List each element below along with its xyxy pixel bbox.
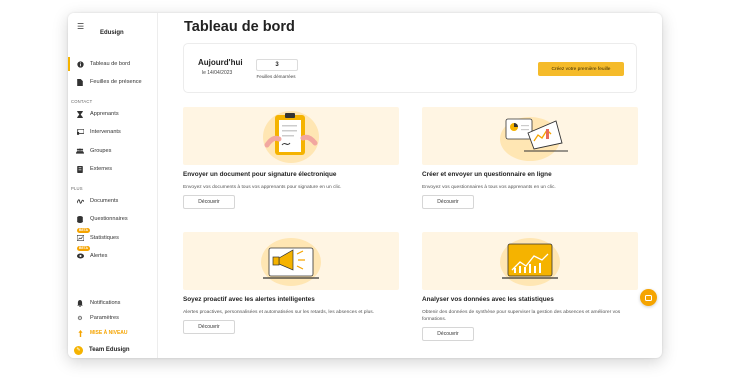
sidebar-item-statistiques[interactable]: Statistiques	[68, 231, 158, 245]
brand-name: Edusign	[100, 30, 124, 36]
section-label-contact: CONTACT	[71, 99, 93, 104]
discover-button[interactable]: Découvrir	[422, 195, 474, 209]
info-icon	[76, 60, 84, 68]
sidebar-item-label: Statistiques	[90, 235, 119, 241]
feature-title: Soyez proactif avec les alertes intellig…	[183, 296, 315, 303]
sidebar-item-label: Feuilles de présence	[90, 79, 142, 85]
sidebar-item-label: Externes	[90, 166, 113, 172]
sidebar-item-intervenants[interactable]: Intervenants	[68, 125, 158, 139]
sidebar-item-groupes[interactable]: Groupes	[68, 144, 158, 158]
signature-icon	[76, 197, 84, 205]
alerts-illustration	[183, 232, 399, 290]
gear-icon: ⚙	[77, 315, 83, 322]
chart-icon	[76, 234, 84, 242]
feature-description: Alertes proactives, personnalisées et au…	[183, 310, 375, 315]
feature-description: Envoyez vos documents à tous vos apprena…	[183, 185, 342, 190]
discover-button[interactable]: Découvrir	[183, 195, 235, 209]
feature-card-alerts: Soyez proactif avec les alertes intellig…	[183, 232, 399, 334]
page-title: Tableau de bord	[184, 19, 295, 35]
today-card: Aujourd'hui le 14/04/2023 3 Feuilles dém…	[183, 43, 637, 93]
eye-icon	[76, 252, 84, 260]
sidebar-item-label: Notifications	[90, 300, 121, 306]
sidebar-item-documents[interactable]: Documents	[68, 194, 158, 208]
sidebar-item-label: Groupes	[90, 148, 112, 154]
upgrade-icon	[76, 329, 84, 337]
feature-card-questionnaire: Créer et envoyer un questionnaire en lig…	[422, 107, 638, 209]
sidebar-item-parametres[interactable]: ⚙ Paramètres	[68, 311, 158, 325]
sidebar-item-externes[interactable]: Externes	[68, 162, 158, 176]
sidebar-item-label: Apprenants	[90, 111, 119, 117]
external-icon	[76, 165, 84, 173]
bell-icon	[76, 299, 84, 307]
sidebar-item-questionnaires[interactable]: Questionnaires	[68, 212, 158, 226]
group-icon	[76, 147, 84, 155]
database-icon	[76, 215, 84, 223]
create-first-sheet-button[interactable]: Créez votre première feuille	[538, 62, 624, 76]
feature-title: Créer et envoyer un questionnaire en lig…	[422, 171, 552, 178]
today-title: Aujourd'hui	[198, 58, 243, 67]
sidebar: ☰ Edusign Tableau de bord Feuilles de pr…	[68, 13, 158, 358]
sidebar-item-upgrade[interactable]: MISE À NIVEAU	[68, 326, 158, 340]
sidebar-item-label: Intervenants	[90, 129, 121, 135]
questionnaire-illustration	[422, 107, 638, 165]
feature-card-statistics: Analyser vos données avec les statistiqu…	[422, 232, 638, 341]
today-date: le 14/04/2023	[202, 70, 233, 76]
team-switcher[interactable]: ✎ Team Edusign	[68, 343, 158, 357]
sidebar-item-label: Paramètres	[90, 315, 119, 321]
menu-icon[interactable]: ☰	[77, 22, 84, 31]
section-label-plus: PLUS	[71, 186, 83, 191]
sidebar-item-alertes[interactable]: Alertes	[68, 249, 158, 263]
hourglass-icon	[76, 110, 84, 118]
feature-title: Envoyer un document pour signature élect…	[183, 171, 337, 178]
sidebar-item-label: Alertes	[90, 253, 108, 259]
chat-icon	[645, 294, 652, 301]
feature-card-signature: Envoyer un document pour signature élect…	[183, 107, 399, 209]
stat-label: Feuilles démarrées	[256, 74, 296, 79]
sidebar-item-apprenants[interactable]: Apprenants	[68, 107, 158, 121]
sidebar-item-attendance[interactable]: Feuilles de présence	[68, 75, 158, 89]
sidebar-item-dashboard[interactable]: Tableau de bord	[68, 57, 158, 71]
document-icon	[76, 78, 84, 86]
sidebar-item-label: Questionnaires	[90, 216, 128, 222]
app-window: ☰ Edusign Tableau de bord Feuilles de pr…	[68, 13, 662, 358]
sidebar-item-label: Tableau de bord	[90, 61, 131, 67]
feature-description: Obtenir des données de synthèse pour sup…	[422, 310, 621, 322]
sidebar-item-notifications[interactable]: Notifications	[68, 296, 158, 310]
discover-button[interactable]: Découvrir	[422, 327, 474, 341]
presenter-icon	[76, 128, 84, 136]
team-name: Team Edusign	[89, 347, 130, 353]
team-avatar-icon: ✎	[74, 345, 83, 355]
feature-description: Envoyez vos questionnaires à tous vos ap…	[422, 185, 556, 190]
statistics-illustration	[422, 232, 638, 290]
sidebar-item-label: Documents	[90, 198, 119, 204]
discover-button[interactable]: Découvrir	[183, 320, 235, 334]
stat-value: 3	[256, 59, 298, 71]
signature-illustration	[183, 107, 399, 165]
main-content: Tableau de bord Aujourd'hui le 14/04/202…	[158, 13, 662, 358]
chat-button[interactable]	[640, 289, 657, 306]
sidebar-item-label: MISE À NIVEAU	[90, 330, 128, 336]
feature-title: Analyser vos données avec les statistiqu…	[422, 296, 554, 303]
started-sheets-stat: 3 Feuilles démarrées	[256, 59, 298, 79]
